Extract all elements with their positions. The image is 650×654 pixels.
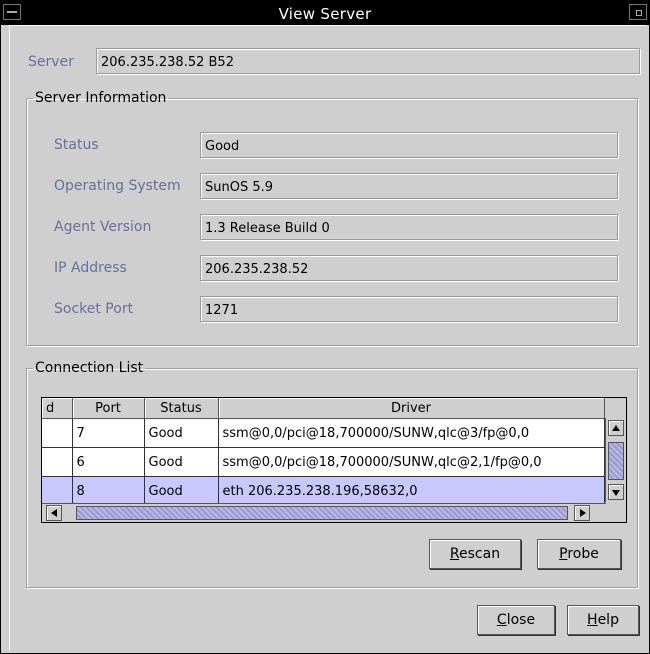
help-label: elp <box>597 612 619 628</box>
ip-address-field: 206.235.238.52 <box>200 255 618 281</box>
status-label: Status <box>54 137 99 153</box>
view-server-window: View Server Server 206.235.238.52 B52 Se… <box>0 0 650 654</box>
vertical-scrollbar[interactable] <box>605 418 626 502</box>
probe-label: robe <box>567 546 599 562</box>
agent-version-label: Agent Version <box>54 219 152 235</box>
agent-version-field: 1.3 Release Build 0 <box>200 214 618 240</box>
server-information-legend: Server Information <box>35 90 167 106</box>
column-header-port[interactable]: Port <box>72 398 145 419</box>
scroll-down-icon[interactable] <box>608 484 624 500</box>
table-row[interactable]: 6 Good ssm@0,0/pci@18,700000/SUNW,qlc@2,… <box>42 447 605 477</box>
help-button[interactable]: Help <box>567 605 639 635</box>
rescan-button[interactable]: Rescan <box>429 539 521 569</box>
horizontal-scrollbar[interactable] <box>42 503 606 522</box>
socket-port-label: Socket Port <box>54 301 134 317</box>
close-label: lose <box>506 612 536 628</box>
vertical-scroll-thumb[interactable] <box>608 442 624 480</box>
server-label: Server <box>28 54 74 70</box>
cell-driver: ssm@0,0/pci@18,700000/SUNW,qlc@2,1/fp@0,… <box>218 447 605 477</box>
cell-port: 8 <box>72 476 145 506</box>
title-bar[interactable]: View Server <box>1 1 649 25</box>
cell-d <box>42 447 73 477</box>
cell-status: Good <box>144 447 219 477</box>
operating-system-label: Operating System <box>54 178 181 194</box>
horizontal-scroll-thumb[interactable] <box>76 506 568 520</box>
column-header-d[interactable]: d <box>42 398 73 419</box>
table-row-selected[interactable]: 8 Good eth 206.235.238.196,58632,0 <box>42 476 605 506</box>
table-header-row: d Port Status Driver <box>42 398 605 419</box>
column-header-status[interactable]: Status <box>144 398 219 419</box>
rescan-mnemonic: R <box>449 546 460 562</box>
ip-address-label: IP Address <box>54 260 127 276</box>
connection-grid: d Port Status Driver 7 Good ssm@0,0/pci@… <box>42 398 605 506</box>
cell-d <box>42 476 73 506</box>
connection-list-legend: Connection List <box>35 360 144 376</box>
socket-port-field: 1271 <box>200 296 618 322</box>
cell-status: Good <box>144 476 219 506</box>
window-title: View Server <box>278 5 372 23</box>
status-field: Good <box>200 132 618 158</box>
column-header-driver[interactable]: Driver <box>218 398 605 419</box>
cell-status: Good <box>144 418 219 448</box>
cell-port: 7 <box>72 418 145 448</box>
cell-d <box>42 418 73 448</box>
cell-driver: ssm@0,0/pci@18,700000/SUNW,qlc@3/fp@0,0 <box>218 418 605 448</box>
cell-port: 6 <box>72 447 145 477</box>
scroll-left-icon[interactable] <box>46 505 62 521</box>
table-row[interactable]: 7 Good ssm@0,0/pci@18,700000/SUNW,qlc@3/… <box>42 418 605 448</box>
rescan-label: escan <box>459 546 501 562</box>
operating-system-field: SunOS 5.9 <box>200 173 618 199</box>
help-mnemonic: H <box>587 612 598 628</box>
scroll-right-icon[interactable] <box>574 505 590 521</box>
scroll-up-icon[interactable] <box>608 420 624 436</box>
cell-driver: eth 206.235.238.196,58632,0 <box>218 476 605 506</box>
connection-table: d Port Status Driver 7 Good ssm@0,0/pci@… <box>41 397 627 523</box>
maximize-icon[interactable] <box>629 4 647 20</box>
close-mnemonic: C <box>496 612 507 628</box>
close-button[interactable]: Close <box>477 605 555 635</box>
probe-button[interactable]: Probe <box>537 539 621 569</box>
server-field: 206.235.238.52 B52 <box>96 48 640 74</box>
